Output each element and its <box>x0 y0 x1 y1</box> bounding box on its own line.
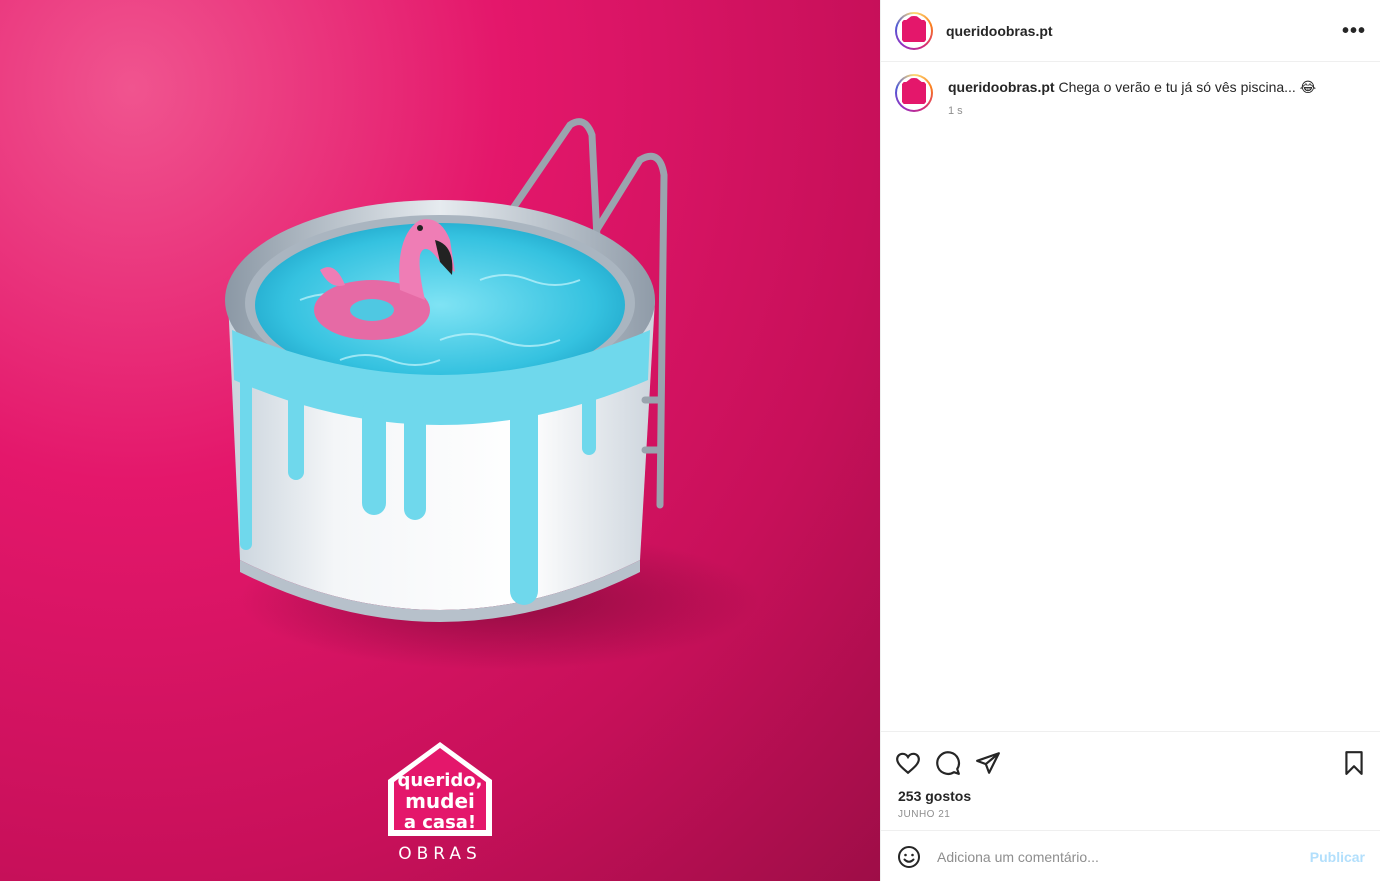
post-date: JUNHO 21 <box>898 809 951 820</box>
caption-username[interactable]: queridoobras.pt <box>948 79 1055 95</box>
caption-avatar[interactable] <box>895 74 933 112</box>
emoji-icon[interactable] <box>897 845 921 869</box>
publish-button[interactable]: Publicar <box>1310 849 1365 865</box>
post-image[interactable]: querido, mudei a casa! OBRAS <box>0 0 880 881</box>
more-dots-icon[interactable]: ••• <box>1342 21 1366 41</box>
post-actions: 253 gostos JUNHO 21 Publicar <box>881 731 1380 881</box>
comment-input[interactable] <box>937 848 1310 865</box>
post-header: queridoobras.pt ••• <box>881 0 1380 62</box>
logo-line-1: querido, <box>397 770 482 791</box>
avatar[interactable] <box>895 11 933 50</box>
brand-obras-label: OBRAS <box>398 844 482 864</box>
brand-mini-logo-icon <box>902 78 926 104</box>
brand-logo-block: querido, mudei a casa! OBRAS <box>380 740 500 864</box>
querido-mudei-a-casa-logo: querido, mudei a casa! <box>388 742 492 836</box>
logo-line-2: mudei <box>405 789 475 813</box>
bookmark-icon[interactable] <box>1341 750 1367 776</box>
share-icon[interactable] <box>975 750 1001 776</box>
comment-icon[interactable] <box>935 750 961 776</box>
header-username[interactable]: queridoobras.pt <box>946 23 1053 39</box>
caption-text: Chega o verão e tu já só vês piscina... … <box>1058 79 1317 95</box>
logo-line-3: a casa! <box>404 812 476 833</box>
caption-timestamp[interactable]: 1 s <box>948 102 1316 120</box>
brand-mini-logo-icon <box>902 15 926 42</box>
likes-count[interactable]: 253 gostos <box>881 782 1380 804</box>
heart-icon[interactable] <box>895 750 921 776</box>
comment-bar: Publicar <box>881 830 1380 881</box>
caption-row: queridoobras.pt Chega o verão e tu já só… <box>881 62 1380 132</box>
post-sidebar: queridoobras.pt ••• queridoobras.pt Cheg… <box>880 0 1380 881</box>
